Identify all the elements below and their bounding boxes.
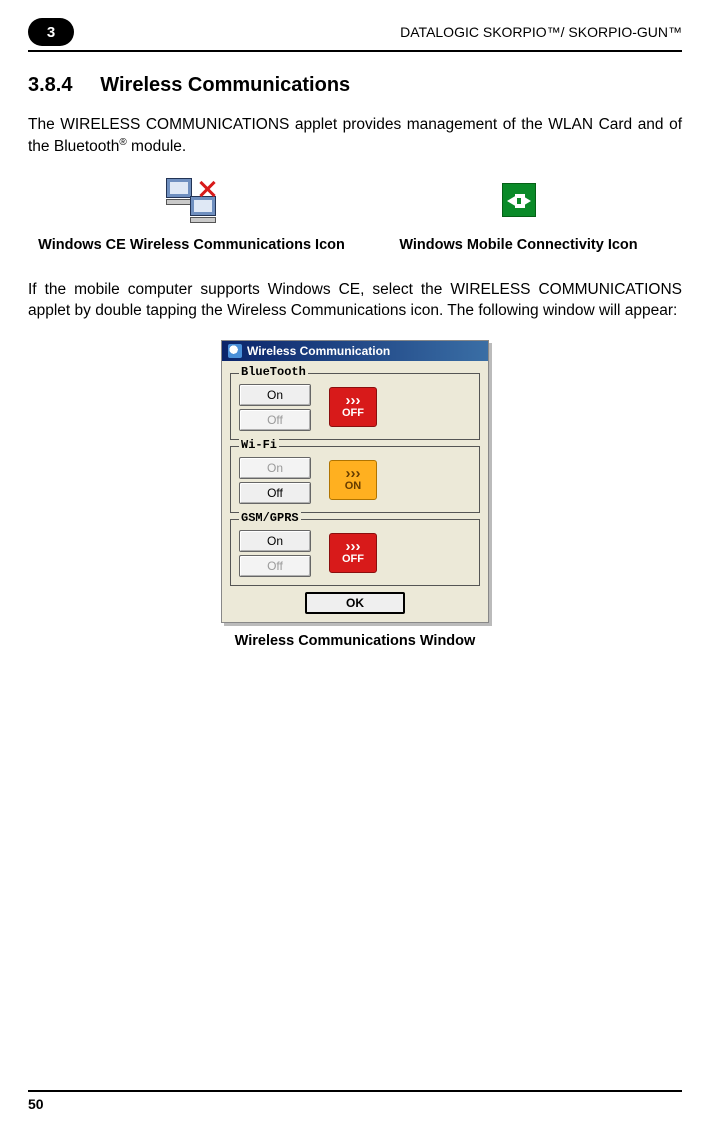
wifi-on-button[interactable]: On — [239, 457, 311, 479]
signal-waves-icon: ››› — [346, 541, 361, 553]
gsm-off-button[interactable]: Off — [239, 555, 311, 577]
signal-waves-icon: ››› — [346, 395, 361, 407]
section-number: 3.8.4 — [28, 74, 72, 96]
wm-icon-cell — [355, 183, 682, 217]
bluetooth-status-badge: ››› OFF — [329, 387, 377, 427]
page-footer: 50 — [28, 1090, 682, 1112]
body-paragraph-2: If the mobile computer supports Windows … — [28, 280, 682, 322]
window-body: BlueTooth On Off ››› OFF Wi-Fi On Off ››… — [222, 361, 488, 622]
page-header: 3 DATALOGIC SKORPIO™/ SKORPIO-GUN™ — [28, 18, 682, 52]
registered-mark: ® — [119, 137, 126, 148]
ce-icon-cell — [28, 176, 355, 224]
gsm-status-text: OFF — [342, 553, 364, 565]
group-gsm: GSM/GPRS On Off ››› OFF — [230, 519, 480, 586]
windows-ce-wireless-icon — [162, 176, 222, 224]
header-title: DATALOGIC SKORPIO™/ SKORPIO-GUN™ — [86, 24, 682, 40]
icon-row — [28, 176, 682, 224]
wm-icon-caption: Windows Mobile Connectivity Icon — [355, 236, 682, 254]
group-wifi: Wi-Fi On Off ››› ON — [230, 446, 480, 513]
bluetooth-off-button[interactable]: Off — [239, 409, 311, 431]
ok-button[interactable]: OK — [305, 592, 405, 614]
icon-caption-row: Windows CE Wireless Communications Icon … — [28, 236, 682, 254]
bluetooth-status-text: OFF — [342, 407, 364, 419]
window-title: Wireless Communication — [247, 344, 390, 358]
wifi-status-text: ON — [345, 480, 362, 492]
disconnected-x-icon — [198, 180, 216, 198]
window-caption: Wireless Communications Window — [28, 633, 682, 649]
group-label-bluetooth: BlueTooth — [239, 365, 308, 379]
window-titlebar: Wireless Communication — [222, 341, 488, 361]
signal-waves-icon: ››› — [346, 468, 361, 480]
wifi-status-badge: ››› ON — [329, 460, 377, 500]
windows-mobile-connectivity-icon — [502, 183, 536, 217]
titlebar-app-icon — [228, 344, 242, 358]
gsm-status-badge: ››› OFF — [329, 533, 377, 573]
intro-paragraph: The WIRELESS COMMUNICATIONS applet provi… — [28, 115, 682, 158]
section-title: Wireless Communications — [100, 74, 350, 96]
intro-text-b: module. — [127, 138, 186, 155]
wireless-communication-window: Wireless Communication BlueTooth On Off … — [221, 340, 489, 623]
section-heading: 3.8.4 Wireless Communications — [28, 74, 682, 97]
ce-icon-caption: Windows CE Wireless Communications Icon — [28, 236, 355, 254]
group-label-wifi: Wi-Fi — [239, 438, 279, 452]
gsm-on-button[interactable]: On — [239, 530, 311, 552]
chapter-number: 3 — [28, 18, 74, 46]
group-label-gsm: GSM/GPRS — [239, 511, 301, 525]
bluetooth-on-button[interactable]: On — [239, 384, 311, 406]
group-bluetooth: BlueTooth On Off ››› OFF — [230, 373, 480, 440]
page-number: 50 — [28, 1096, 44, 1112]
wifi-off-button[interactable]: Off — [239, 482, 311, 504]
